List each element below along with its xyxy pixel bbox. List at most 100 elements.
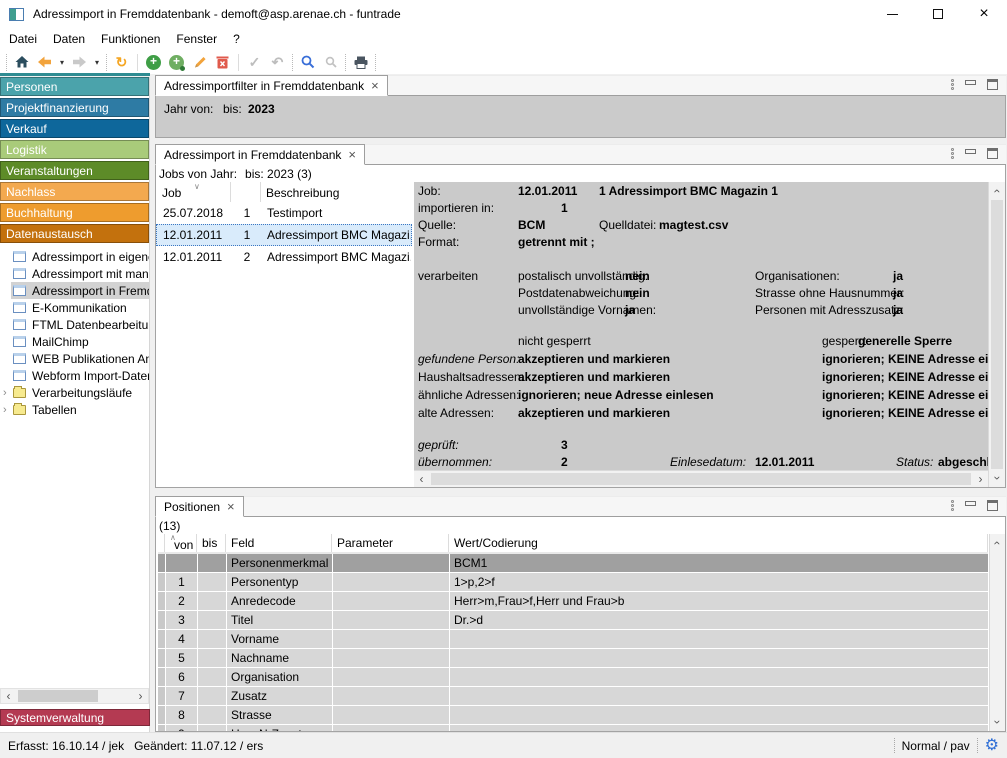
menu-funktionen[interactable]: Funktionen bbox=[93, 29, 168, 49]
position-row[interactable]: 8 Strasse bbox=[158, 706, 988, 724]
sidebar-item-ftml-datenbearbeitung[interactable]: FTML Datenbearbeitun bbox=[0, 316, 149, 333]
menu-hilfe[interactable]: ? bbox=[225, 29, 248, 49]
column-header-nr[interactable] bbox=[231, 182, 261, 202]
menu-daten[interactable]: Daten bbox=[45, 29, 93, 49]
sidebar-section-nachlass[interactable]: Nachlass bbox=[0, 182, 149, 201]
print-button[interactable] bbox=[349, 52, 372, 73]
delete-button[interactable] bbox=[211, 52, 234, 73]
panel-minimize-icon[interactable] bbox=[965, 80, 976, 85]
undo-button[interactable]: ↶ bbox=[266, 52, 289, 73]
settings-gear-icon[interactable]: ⚙ bbox=[985, 738, 999, 754]
position-row[interactable]: 2 Anredecode Herr>m,Frau>f,Herr und Frau… bbox=[158, 592, 988, 610]
position-row[interactable]: 6 Organisation bbox=[158, 668, 988, 686]
add-button[interactable]: + bbox=[142, 52, 165, 73]
row-selector[interactable] bbox=[158, 649, 165, 667]
job-row-selected[interactable]: 12.01.2011 1 Adressimport BMC Magazi... bbox=[156, 224, 412, 246]
sidebar-horizontal-scrollbar[interactable]: ‹ › bbox=[0, 688, 149, 704]
menu-fenster[interactable]: Fenster bbox=[168, 29, 225, 49]
row-selector[interactable] bbox=[158, 687, 165, 705]
row-selector[interactable] bbox=[158, 706, 165, 724]
position-row-selected[interactable]: Personenmerkmal BCM1 bbox=[158, 554, 988, 572]
sidebar-section-verkauf[interactable]: Verkauf bbox=[0, 119, 149, 138]
scrollbar-thumb[interactable] bbox=[431, 473, 971, 485]
search-secondary-button[interactable] bbox=[319, 52, 342, 73]
panel-menu-icon[interactable] bbox=[951, 148, 954, 159]
sidebar-section-buchhaltung[interactable]: Buchhaltung bbox=[0, 203, 149, 222]
position-row[interactable]: 7 Zusatz bbox=[158, 687, 988, 705]
scroll-up-icon[interactable]: ‹ bbox=[991, 536, 1005, 551]
position-row[interactable]: 1 Personentyp 1>p,2>f bbox=[158, 573, 988, 591]
add-copy-button[interactable]: + bbox=[165, 52, 188, 73]
row-selector[interactable] bbox=[158, 611, 165, 629]
row-selector[interactable] bbox=[158, 573, 165, 591]
sidebar-folder-verarbeitungslaeufe[interactable]: ›Verarbeitungsläufe bbox=[0, 384, 149, 401]
back-dropdown-button[interactable]: ▾ bbox=[56, 52, 68, 73]
position-row[interactable]: 3 Titel Dr.>d bbox=[158, 611, 988, 629]
scroll-left-icon[interactable]: ‹ bbox=[1, 689, 16, 703]
row-selector[interactable] bbox=[158, 592, 165, 610]
row-selector[interactable] bbox=[158, 630, 165, 648]
forward-dropdown-button[interactable]: ▾ bbox=[91, 52, 103, 73]
row-selector[interactable] bbox=[158, 725, 165, 732]
panel-menu-icon[interactable] bbox=[951, 500, 954, 511]
sidebar-folder-tabellen[interactable]: ›Tabellen bbox=[0, 401, 149, 418]
confirm-button[interactable]: ✓ bbox=[243, 52, 266, 73]
panel-maximize-icon[interactable] bbox=[987, 79, 998, 90]
column-header-wert[interactable]: Wert/Codierung bbox=[450, 534, 988, 552]
sidebar-item-adressimport-manuell[interactable]: Adressimport mit manu bbox=[0, 265, 149, 282]
scrollbar-thumb[interactable] bbox=[18, 690, 98, 702]
bis-value[interactable]: 2023 bbox=[248, 102, 275, 116]
scroll-down-icon[interactable]: › bbox=[990, 471, 1004, 486]
forward-button[interactable] bbox=[68, 52, 91, 73]
details-horizontal-scrollbar[interactable]: ‹ › bbox=[414, 470, 988, 487]
sidebar-item-e-kommunikation[interactable]: E-Kommunikation bbox=[0, 299, 149, 316]
job-row[interactable]: 12.01.2011 2 Adressimport BMC Magazi... bbox=[156, 246, 412, 268]
tab-adressimportfilter[interactable]: Adressimportfilter in Fremddatenbank × bbox=[155, 75, 388, 96]
details-vertical-scrollbar[interactable]: ‹ › bbox=[988, 182, 1005, 487]
menu-datei[interactable]: Datei bbox=[1, 29, 45, 49]
refresh-button[interactable]: ↻ bbox=[110, 52, 133, 73]
window-maximize-button[interactable] bbox=[915, 0, 961, 28]
panel-minimize-icon[interactable] bbox=[965, 149, 976, 154]
tab-close-icon[interactable]: × bbox=[348, 147, 356, 162]
sidebar-section-projektfinanzierung[interactable]: Projektfinanzierung bbox=[0, 98, 149, 117]
edit-button[interactable] bbox=[188, 52, 211, 73]
sidebar-section-veranstaltungen[interactable]: Veranstaltungen bbox=[0, 161, 149, 180]
expander-icon[interactable]: › bbox=[3, 387, 13, 399]
panel-maximize-icon[interactable] bbox=[987, 148, 998, 159]
row-selector[interactable] bbox=[158, 554, 165, 572]
scrollbar-thumb[interactable] bbox=[991, 200, 1003, 469]
panel-menu-icon[interactable] bbox=[951, 79, 954, 90]
row-selector[interactable] bbox=[158, 668, 165, 686]
expander-icon[interactable]: › bbox=[3, 404, 13, 416]
scroll-left-icon[interactable]: ‹ bbox=[414, 472, 429, 486]
column-header-bis[interactable]: bis bbox=[198, 534, 226, 552]
window-minimize-button[interactable] bbox=[869, 0, 915, 28]
position-row[interactable]: 9 HausNrZusatz bbox=[158, 725, 988, 732]
tab-positionen[interactable]: Positionen × bbox=[155, 496, 244, 517]
sidebar-item-web-publikationen[interactable]: WEB Publikationen An- bbox=[0, 350, 149, 367]
position-row[interactable]: 4 Vorname bbox=[158, 630, 988, 648]
panel-minimize-icon[interactable] bbox=[965, 501, 976, 506]
window-close-button[interactable]: × bbox=[961, 0, 1007, 28]
scroll-right-icon[interactable]: › bbox=[973, 472, 988, 486]
sidebar-item-adressimport-eigene[interactable]: Adressimport in eigene bbox=[0, 248, 149, 265]
sidebar-section-personen[interactable]: Personen bbox=[0, 77, 149, 96]
position-row[interactable]: 5 Nachname bbox=[158, 649, 988, 667]
tab-close-icon[interactable]: × bbox=[371, 78, 379, 93]
sidebar-section-logistik[interactable]: Logistik bbox=[0, 140, 149, 159]
scroll-up-icon[interactable]: ‹ bbox=[990, 184, 1004, 199]
scroll-right-icon[interactable]: › bbox=[133, 689, 148, 703]
sidebar-item-adressimport-fremd[interactable]: Adressimport in Fremd bbox=[0, 282, 149, 299]
column-header-beschreibung[interactable]: Beschreibung bbox=[261, 182, 412, 202]
sidebar-section-datenaustausch[interactable]: Datenaustausch bbox=[0, 224, 149, 243]
sidebar-section-systemverwaltung[interactable]: Systemverwaltung bbox=[0, 709, 150, 726]
panel-maximize-icon[interactable] bbox=[987, 500, 998, 511]
scroll-down-icon[interactable]: › bbox=[991, 715, 1005, 730]
positionen-vertical-scrollbar[interactable]: ‹ › bbox=[989, 534, 1005, 731]
column-header-feld[interactable]: Feld bbox=[227, 534, 332, 552]
tab-adressimport-fremddatenbank[interactable]: Adressimport in Fremddatenbank × bbox=[155, 144, 365, 165]
tab-close-icon[interactable]: × bbox=[227, 499, 235, 514]
job-row[interactable]: 25.07.2018 1 Testimport bbox=[156, 202, 412, 224]
home-button[interactable] bbox=[10, 52, 33, 73]
